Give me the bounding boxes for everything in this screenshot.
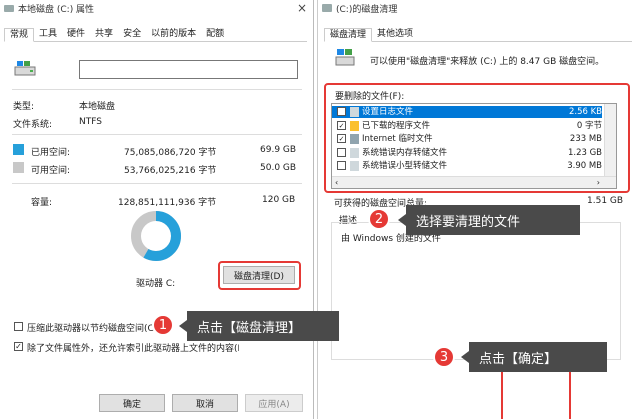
compress-label: 压缩此驱动器以节约磁盘空间(C) (27, 324, 158, 334)
cleanup-ok-button[interactable] (506, 372, 566, 416)
free-label: 可用空间: (31, 166, 71, 176)
tab-previous-versions[interactable]: 以前的版本 (146, 28, 201, 41)
properties-titlebar: 本地磁盘 (C:) 属性 × (0, 0, 313, 16)
free-gb: 50.0 GB (260, 163, 297, 173)
type-label: 类型: (13, 102, 35, 112)
drive-icon (4, 4, 14, 12)
step1-text: 点击【磁盘清理】 (197, 320, 302, 336)
cleanup-titlebar: (C:)的磁盘清理 (318, 0, 640, 16)
type-value: 本地磁盘 (79, 102, 116, 112)
used-bytes: 75,085,086,720 字节 (124, 148, 217, 158)
step2-callout: 选择要清理的文件 (398, 205, 580, 235)
used-label: 已用空间: (31, 148, 71, 158)
compress-checkbox[interactable] (14, 322, 23, 331)
cleanup-intro: 可以使用"磁盘清理"来释放 (C:) 上的 8.47 GB 磁盘空间。 (370, 57, 605, 67)
divider (12, 134, 302, 135)
ok-button[interactable]: 确定 (99, 394, 165, 412)
divider (12, 89, 302, 90)
callout-arrow (398, 214, 406, 226)
capacity-gb: 120 GB (262, 195, 296, 205)
divider (12, 183, 302, 184)
step1-callout: 点击【磁盘清理】 (179, 311, 339, 341)
usage-donut-chart (131, 211, 181, 261)
tab-general[interactable]: 常规 (4, 28, 35, 42)
tab-tools[interactable]: 工具 (34, 28, 62, 41)
tab-more-options[interactable]: 其他选项 (372, 28, 418, 41)
capacity-bytes: 128,851,111,936 字节 (118, 198, 217, 208)
drive-letter-label: 驱动器 C: (136, 279, 176, 289)
fs-value: NTFS (79, 117, 102, 127)
tab-hardware[interactable]: 硬件 (62, 28, 90, 41)
cleanup-tabs: 磁盘清理 其他选项 (324, 28, 632, 42)
step2-text: 选择要清理的文件 (416, 214, 521, 230)
cleanup-icon (322, 4, 332, 12)
gain-value: 1.51 GB (587, 196, 624, 206)
step3-text: 点击【确定】 (479, 351, 558, 367)
free-bytes: 53,766,025,216 字节 (124, 166, 217, 176)
fs-label: 文件系统: (13, 120, 53, 130)
cleanup-window-title: (C:)的磁盘清理 (336, 4, 398, 15)
free-swatch (13, 162, 24, 173)
step3-callout: 点击【确定】 (461, 342, 607, 372)
step1-badge: 1 (152, 314, 174, 336)
highlight-cleanup-button (218, 261, 301, 290)
tab-quota[interactable]: 配额 (201, 28, 229, 41)
callout-arrow (179, 320, 187, 332)
properties-tabs: 常规 工具 硬件 共享 安全 以前的版本 配额 (4, 28, 307, 42)
tab-sharing[interactable]: 共享 (90, 28, 118, 41)
tab-disk-cleanup[interactable]: 磁盘清理 (324, 28, 373, 42)
disk-cleanup-icon (335, 49, 355, 66)
callout-arrow (461, 351, 469, 363)
properties-window: 本地磁盘 (C:) 属性 × 常规 工具 硬件 共享 安全 以前的版本 配额 类… (0, 0, 314, 419)
drive-name-input[interactable] (79, 60, 298, 79)
tab-security[interactable]: 安全 (118, 28, 146, 41)
used-swatch (13, 144, 24, 155)
capacity-label: 容量: (31, 198, 53, 208)
highlight-files-list (324, 83, 630, 193)
used-gb: 69.9 GB (260, 145, 297, 155)
index-checkbox[interactable]: ✓ (14, 342, 23, 351)
step3-badge: 3 (433, 346, 455, 368)
apply-button[interactable]: 应用(A) (245, 394, 303, 412)
cancel-button[interactable]: 取消 (172, 394, 238, 412)
window-title: 本地磁盘 (C:) 属性 (18, 4, 95, 15)
close-icon[interactable]: × (297, 1, 307, 15)
step2-badge: 2 (368, 208, 390, 230)
index-label: 除了文件属性外，还允许索引此驱动器上文件的内容(I) (27, 344, 239, 354)
hard-drive-icon (14, 61, 36, 76)
